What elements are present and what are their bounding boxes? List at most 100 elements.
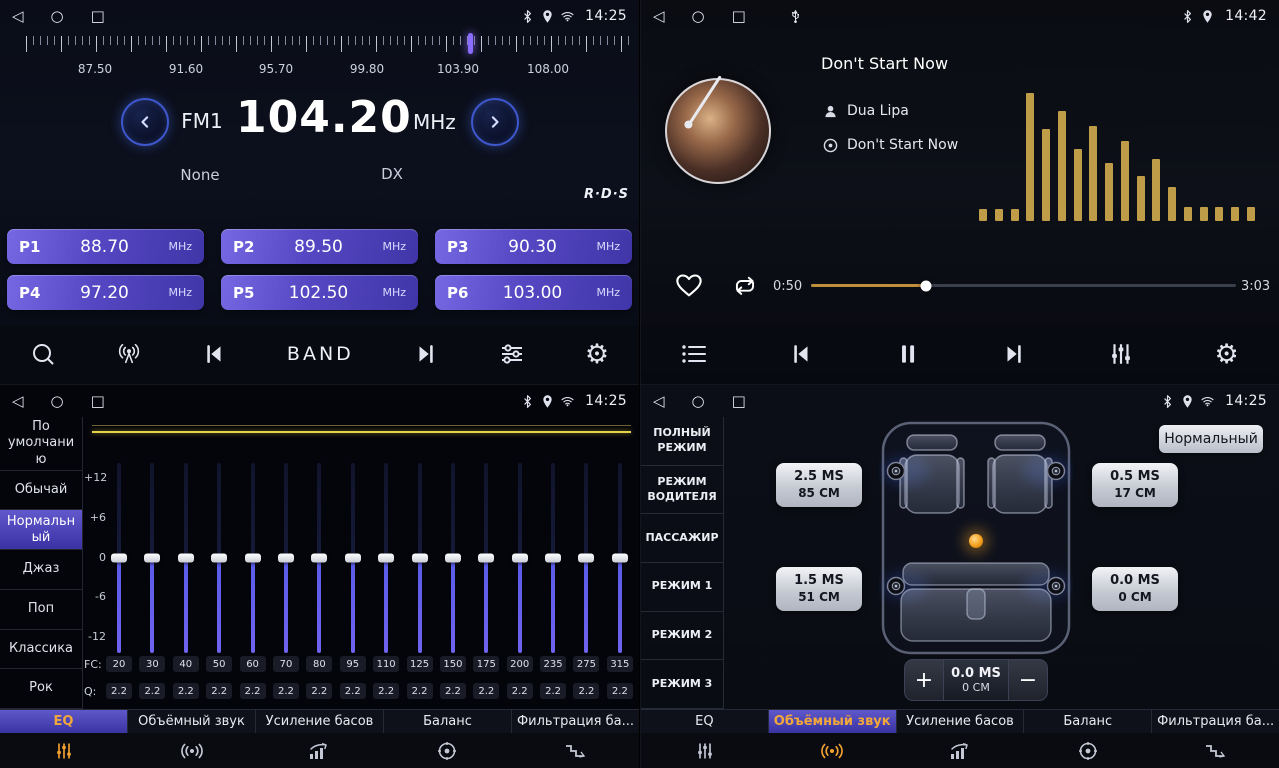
fc-value[interactable]: 110: [373, 656, 399, 672]
slider-handle[interactable]: [512, 554, 528, 563]
q-value[interactable]: 2.2: [607, 683, 633, 699]
eq-band-slider[interactable]: [273, 463, 299, 653]
settings-button[interactable]: ⚙: [1214, 341, 1238, 368]
fc-value[interactable]: 125: [407, 656, 433, 672]
q-value[interactable]: 2.2: [407, 683, 433, 699]
tab-bass-button[interactable]: [896, 733, 1024, 768]
q-value[interactable]: 2.2: [306, 683, 332, 699]
eq-band-slider[interactable]: [139, 463, 165, 653]
listening-mode-item[interactable]: РЕЖИМ 3: [641, 660, 723, 709]
fc-value[interactable]: 315: [607, 656, 633, 672]
audio-tab[interactable]: EQ: [641, 710, 769, 733]
preset-button[interactable]: P5 102.50 MHz: [221, 275, 418, 310]
broadcast-button[interactable]: [116, 341, 142, 367]
eq-preset-item[interactable]: Рок: [0, 669, 82, 709]
favorite-button[interactable]: [675, 272, 703, 298]
front-left-delay[interactable]: 2.5 MS 85 CM: [776, 463, 862, 507]
eq-band-slider[interactable]: [206, 463, 232, 653]
seek-down-button[interactable]: [121, 98, 169, 146]
tab-filter-button[interactable]: [1151, 733, 1279, 768]
q-value[interactable]: 2.2: [440, 683, 466, 699]
eq-band-slider[interactable]: [473, 463, 499, 653]
tab-balance-button[interactable]: [383, 733, 511, 768]
eq-band-slider[interactable]: [306, 463, 332, 653]
eq-preset-item[interactable]: По умолчанию: [0, 417, 82, 471]
increase-delay-button[interactable]: +: [905, 660, 943, 700]
audio-tab[interactable]: Фильтрация ба...: [1152, 710, 1279, 733]
preset-button[interactable]: P1 88.70 MHz: [7, 229, 204, 264]
fc-value[interactable]: 20: [106, 656, 132, 672]
home-button[interactable]: ○: [51, 9, 64, 24]
tab-eq-button[interactable]: [641, 733, 769, 768]
q-value[interactable]: 2.2: [473, 683, 499, 699]
recents-button[interactable]: □: [91, 394, 105, 409]
pause-button[interactable]: [895, 341, 921, 367]
q-value[interactable]: 2.2: [373, 683, 399, 699]
audio-tab[interactable]: Фильтрация ба...: [512, 710, 639, 733]
slider-handle[interactable]: [378, 554, 394, 563]
recents-button[interactable]: □: [732, 394, 746, 409]
fc-value[interactable]: 80: [306, 656, 332, 672]
fc-value[interactable]: 175: [473, 656, 499, 672]
tab-surround-button[interactable]: [769, 733, 897, 768]
eq-preset-item[interactable]: Нормальный: [0, 510, 82, 550]
back-button[interactable]: ◁: [12, 394, 24, 409]
eq-band-slider[interactable]: [440, 463, 466, 653]
preset-button[interactable]: P6 103.00 MHz: [435, 275, 632, 310]
scan-search-button[interactable]: [30, 341, 56, 367]
q-value[interactable]: 2.2: [340, 683, 366, 699]
preset-button[interactable]: P4 97.20 MHz: [7, 275, 204, 310]
q-value[interactable]: 2.2: [540, 683, 566, 699]
eq-preset-item[interactable]: Поп: [0, 590, 82, 630]
home-button[interactable]: ○: [692, 9, 705, 24]
eq-settings-button[interactable]: [499, 341, 525, 367]
audio-tab[interactable]: Объёмный звук: [128, 710, 256, 733]
eq-band-slider[interactable]: [340, 463, 366, 653]
fc-value[interactable]: 235: [540, 656, 566, 672]
slider-handle[interactable]: [111, 554, 127, 563]
eq-band-slider[interactable]: [373, 463, 399, 653]
frequency-scale[interactable]: 87.5091.6095.7099.80103.90108.00: [26, 36, 631, 80]
next-button[interactable]: [1001, 341, 1027, 367]
slider-handle[interactable]: [578, 554, 594, 563]
recents-button[interactable]: □: [91, 9, 105, 24]
tab-bass-button[interactable]: [256, 733, 384, 768]
slider-handle[interactable]: [412, 554, 428, 563]
slider-handle[interactable]: [211, 554, 227, 563]
audio-tab[interactable]: Усиление басов: [897, 710, 1025, 733]
listening-mode-item[interactable]: РЕЖИМ 1: [641, 563, 723, 612]
eq-band-slider[interactable]: [607, 463, 633, 653]
slider-handle[interactable]: [545, 554, 561, 563]
fc-value[interactable]: 60: [240, 656, 266, 672]
fc-value[interactable]: 95: [340, 656, 366, 672]
eq-band-slider[interactable]: [240, 463, 266, 653]
eq-band-slider[interactable]: [106, 463, 132, 653]
listening-mode-item[interactable]: РЕЖИМ 2: [641, 612, 723, 661]
slider-handle[interactable]: [612, 554, 628, 563]
q-value[interactable]: 2.2: [507, 683, 533, 699]
fc-value[interactable]: 200: [507, 656, 533, 672]
repeat-button[interactable]: [731, 274, 759, 297]
next-button[interactable]: [413, 341, 439, 367]
tab-surround-button[interactable]: [128, 733, 256, 768]
q-value[interactable]: 2.2: [240, 683, 266, 699]
audio-tab[interactable]: Объёмный звук: [769, 710, 897, 733]
tab-eq-button[interactable]: [0, 733, 128, 768]
eq-band-slider[interactable]: [407, 463, 433, 653]
audio-tab[interactable]: EQ: [0, 710, 128, 733]
back-button[interactable]: ◁: [653, 394, 665, 409]
mixer-button[interactable]: [1108, 341, 1134, 367]
progress-slider[interactable]: [811, 284, 1236, 287]
playlist-button[interactable]: [681, 341, 707, 367]
eq-band-slider[interactable]: [540, 463, 566, 653]
rear-right-delay[interactable]: 0.0 MS 0 CM: [1092, 567, 1178, 611]
back-button[interactable]: ◁: [12, 9, 24, 24]
fc-value[interactable]: 40: [173, 656, 199, 672]
sound-profile-button[interactable]: Нормальный: [1159, 425, 1263, 453]
band-button[interactable]: BAND: [287, 343, 354, 365]
car-cabin-visualization[interactable]: [879, 419, 1073, 657]
home-button[interactable]: ○: [692, 394, 705, 409]
eq-band-slider[interactable]: [507, 463, 533, 653]
fc-value[interactable]: 50: [206, 656, 232, 672]
q-value[interactable]: 2.2: [173, 683, 199, 699]
